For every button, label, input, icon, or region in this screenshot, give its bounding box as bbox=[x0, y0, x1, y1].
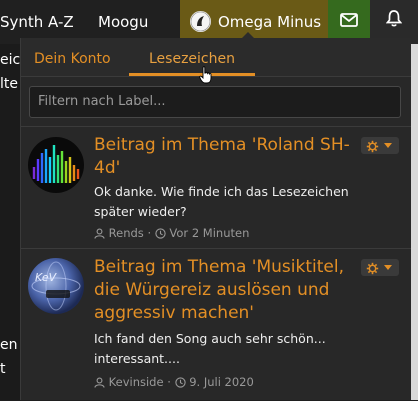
user-icon bbox=[94, 228, 105, 239]
svg-text:KeV: KeV bbox=[35, 271, 58, 284]
tab-dein-konto[interactable]: Dein Konto bbox=[34, 51, 111, 67]
bookmark-snippet: Ich fand den Song auch sehr schön... int… bbox=[94, 329, 384, 369]
clock-icon bbox=[155, 228, 166, 239]
user-avatar bbox=[190, 11, 211, 32]
gear-icon bbox=[366, 140, 379, 153]
background-right-edge bbox=[410, 44, 418, 400]
bookmark-meta: Rends · Vor 2 Minuten bbox=[94, 226, 249, 240]
snippet-line: interessant.... bbox=[94, 351, 180, 366]
chevron-down-icon bbox=[384, 265, 392, 270]
snippet-line: Ich fand den Song auch sehr schön... bbox=[94, 331, 326, 346]
bookmark-snippet: Ok danke. Wie finde ich das Lesezeichen … bbox=[94, 182, 384, 222]
dropdown-pointer bbox=[241, 32, 255, 39]
bookmark-title-line: Beitrag im Thema 'Musiktitel, bbox=[94, 257, 344, 277]
meta-separator: · bbox=[167, 375, 171, 389]
bookmark-time: 9. Juli 2020 bbox=[189, 375, 254, 389]
kev-avatar: KeV bbox=[28, 258, 84, 314]
bookmark-item[interactable]: Beitrag im Thema 'Roland SH- 4d' Ok dank… bbox=[21, 126, 411, 249]
bookmark-item[interactable]: KeV Beitrag im Thema 'Musiktitel, die Wü… bbox=[21, 248, 411, 401]
background-text-fragment: eic bbox=[0, 52, 21, 68]
bookmark-author[interactable]: Rends bbox=[109, 226, 144, 240]
bookmark-title-line: aggressiv machen' bbox=[94, 303, 254, 323]
user-icon bbox=[94, 377, 105, 388]
background-text-fragment: en bbox=[0, 337, 18, 353]
bookmark-title-link[interactable]: Beitrag im Thema 'Roland SH- 4d' bbox=[94, 134, 364, 180]
chevron-down-icon bbox=[384, 143, 392, 148]
gear-icon bbox=[366, 262, 379, 275]
dropdown-tabs: Dein Konto Lesezeichen bbox=[21, 38, 411, 77]
bookmark-title-line: die Würgereiz auslösen und bbox=[94, 280, 330, 300]
tab-lesezeichen[interactable]: Lesezeichen bbox=[149, 51, 235, 67]
snippet-line: später wieder? bbox=[94, 204, 187, 219]
bookmark-options-button[interactable] bbox=[361, 259, 399, 276]
account-dropdown: Dein Konto Lesezeichen Filtern nach Labe… bbox=[20, 38, 411, 400]
bookmark-options-button[interactable] bbox=[361, 137, 399, 154]
clock-icon bbox=[174, 377, 186, 388]
hand-cursor-icon bbox=[199, 66, 213, 88]
bookmark-title-link[interactable]: Beitrag im Thema 'Musiktitel, die Würger… bbox=[94, 256, 364, 325]
active-tab-indicator bbox=[129, 73, 255, 76]
bookmark-label-filter-input[interactable]: Filtern nach Label... bbox=[29, 86, 401, 118]
bookmark-title-line: Beitrag im Thema 'Roland SH- bbox=[94, 135, 350, 155]
background-text-fragment: lte bbox=[0, 76, 18, 92]
snippet-line: Ok danke. Wie finde ich das Lesezeichen bbox=[94, 184, 349, 199]
background-text-fragment: t bbox=[0, 361, 6, 377]
meta-separator: · bbox=[147, 226, 152, 240]
bookmark-author[interactable]: Kevinside bbox=[109, 375, 164, 389]
equalizer-avatar bbox=[28, 137, 84, 193]
bookmark-title-line: 4d' bbox=[94, 158, 121, 178]
bookmark-meta: Kevinside · 9. Juli 2020 bbox=[94, 375, 254, 389]
bookmark-time: Vor 2 Minuten bbox=[169, 226, 250, 240]
